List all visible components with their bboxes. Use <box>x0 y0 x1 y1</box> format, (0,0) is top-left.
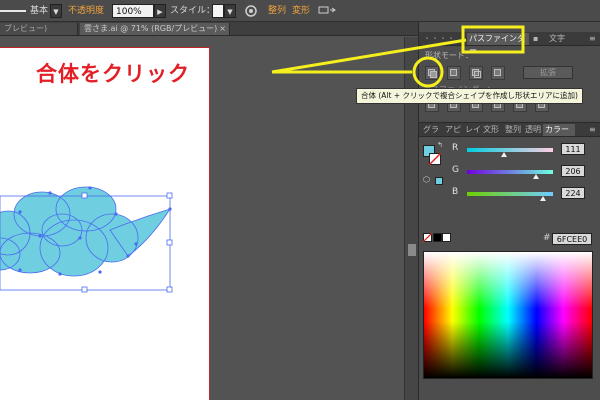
arrange-icon[interactable] <box>318 4 336 18</box>
style-label: スタイル： <box>170 6 216 16</box>
white-swatch[interactable] <box>442 233 451 242</box>
tab-pathfinder[interactable]: パスファインダー <box>467 33 529 55</box>
control-bar: 基本 ▼ 不透明度 100% ▶ スタイル： ▼ 整列 変形 <box>0 0 600 22</box>
none-swatch[interactable] <box>423 233 432 242</box>
align-label[interactable]: 整列 <box>268 4 286 18</box>
document-tab-label: ブレビュー) <box>4 24 48 33</box>
tab-color[interactable]: カラー <box>543 124 575 136</box>
close-tab-icon[interactable]: × <box>219 23 226 35</box>
web-safe-swatch[interactable] <box>435 177 443 185</box>
tab-gradient[interactable]: グラ <box>421 124 441 136</box>
expand-button[interactable]: 拡張 <box>523 66 573 79</box>
out-of-gamut-icon[interactable]: ⬡ <box>423 175 430 184</box>
color-panel-menu-icon[interactable]: ≡ <box>587 124 598 136</box>
panel-menu-icon[interactable]: ≡ <box>587 33 597 45</box>
intersect-button[interactable] <box>469 66 483 80</box>
stroke-style-dropdown-icon[interactable]: ▼ <box>50 4 62 18</box>
instruction-callout: 合体をクリック <box>36 62 190 86</box>
pathfinder-panel: ・・・・ パスファインダー ▪ 文字 ≡ 形状モード： 拡張 パスファインダー： <box>419 22 600 120</box>
slider-track[interactable] <box>467 148 553 152</box>
exclude-icon <box>494 69 501 76</box>
opacity-label[interactable]: 不透明度 <box>68 4 104 18</box>
swap-fill-stroke-icon[interactable]: ↰ <box>437 141 443 149</box>
tab-transform[interactable]: 文形 <box>481 124 501 136</box>
slider-knob[interactable] <box>533 174 540 179</box>
graphic-style-swatch[interactable] <box>212 4 224 18</box>
exclude-button[interactable] <box>491 66 505 80</box>
panels-dock: ・・・・ パスファインダー ▪ 文字 ≡ 形状モード： 拡張 パスファインダー： <box>418 22 600 400</box>
color-spectrum[interactable] <box>423 251 593 379</box>
pathfinder-tab-strip: ・・・・ パスファインダー ▪ 文字 ≡ <box>419 32 600 55</box>
document-tabs: ブレビュー) 雲さま.ai @ 71% (RGB/プレビュー) × <box>0 22 418 36</box>
artboard[interactable] <box>0 47 210 400</box>
document-tab-label: 雲さま.ai @ 71% (RGB/プレビュー) <box>84 24 218 33</box>
slider-track[interactable] <box>467 170 553 174</box>
document-tab[interactable]: ブレビュー) <box>0 23 78 35</box>
tab-align[interactable]: 整列 <box>503 124 523 136</box>
channel-label: G <box>452 165 459 175</box>
tab-layers[interactable]: レイ <box>463 124 483 136</box>
tab-appearance[interactable]: アピ <box>443 124 463 136</box>
slider-blue[interactable]: B 224 <box>447 187 599 201</box>
channel-value-input[interactable]: 111 <box>561 143 585 155</box>
unite-tooltip: 合体 (Alt + クリックで複合シェイプを作成し形状エリアに追加) <box>356 88 583 104</box>
minus-front-icon <box>450 69 457 76</box>
transform-label[interactable]: 変形 <box>292 4 310 18</box>
scrollbar-thumb[interactable] <box>408 244 416 256</box>
hex-input[interactable]: 6FCEE0 <box>552 233 592 245</box>
channel-label: B <box>452 187 459 197</box>
tab-partial[interactable]: ▪ <box>531 33 543 45</box>
tab-hidden[interactable]: ・・・・ <box>421 33 459 45</box>
unite-button[interactable] <box>425 66 439 80</box>
minus-front-button[interactable] <box>447 66 461 80</box>
shape-modes-label: 形状モード： <box>425 51 473 60</box>
channel-value-input[interactable]: 206 <box>561 165 585 177</box>
style-dropdown-icon[interactable]: ▼ <box>224 4 236 18</box>
tab-transparency[interactable]: 透明 <box>523 124 543 136</box>
stroke-preview[interactable] <box>0 4 26 18</box>
slider-green[interactable]: G 206 <box>447 165 599 179</box>
channel-value-input[interactable]: 224 <box>561 187 585 199</box>
slider-knob[interactable] <box>501 152 508 157</box>
tab-text[interactable]: 文字 <box>547 33 571 45</box>
stroke-style-label[interactable]: 基本 <box>30 4 48 18</box>
color-panel: グラ アピ レイ 文形 整列 透明 カラー ≡ ↰ ⬡ R 111 G 206 <box>419 122 600 400</box>
black-swatch[interactable] <box>433 233 442 242</box>
stroke-none-swatch[interactable] <box>429 153 441 165</box>
cloud-artwork[interactable] <box>0 48 210 400</box>
opacity-input[interactable]: 100% <box>112 4 154 18</box>
hex-prefix: # <box>543 233 551 243</box>
slider-red[interactable]: R 111 <box>447 143 599 157</box>
document-tab-active[interactable]: 雲さま.ai @ 71% (RGB/プレビュー) × <box>80 23 230 35</box>
opacity-arrow-icon[interactable]: ▶ <box>154 4 166 18</box>
slider-knob[interactable] <box>539 196 546 201</box>
channel-label: R <box>452 143 459 153</box>
color-tab-strip: グラ アピ レイ 文形 整列 透明 カラー ≡ <box>419 123 600 137</box>
recolor-icon[interactable] <box>244 4 258 18</box>
